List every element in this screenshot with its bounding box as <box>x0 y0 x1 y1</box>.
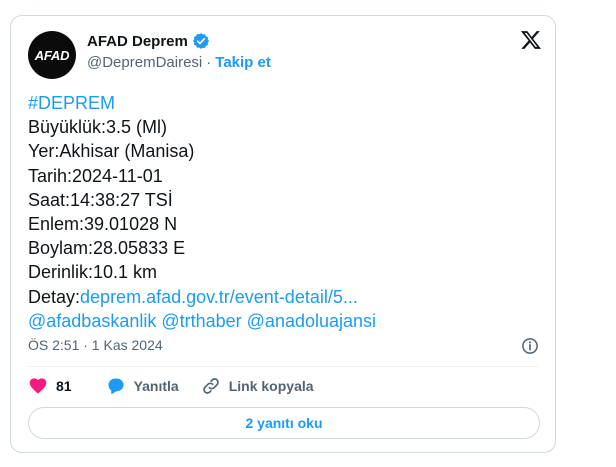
detail-link[interactable]: deprem.afad.gov.tr/event-detail/5... <box>80 287 358 307</box>
like-button[interactable]: 81 <box>28 376 72 396</box>
copy-link-label: Link kopyala <box>228 378 314 394</box>
tweet-line-depth: Derinlik:10.1 km <box>28 262 158 283</box>
avatar[interactable]: AFAD <box>28 31 76 79</box>
tweet-line-detail: Detay:deprem.afad.gov.tr/event-detail/5.… <box>28 285 376 309</box>
heart-icon <box>29 378 47 394</box>
tweet-line-location: Yer:Akhisar (Manisa) <box>28 141 195 162</box>
copy-link-button[interactable]: Link kopyala <box>201 376 314 396</box>
info-icon[interactable] <box>521 337 539 355</box>
verified-badge-icon <box>192 33 209 49</box>
author-handle-row: @DepremDairesi · Takip et <box>87 54 271 71</box>
tweet-line-latitude: Enlem:39.01028 N <box>28 214 178 235</box>
timestamp[interactable]: ÖS 2:51 · 1 Kas 2024 <box>28 337 163 353</box>
handle-separator: · <box>206 54 212 71</box>
mentions-links[interactable]: @afadbaskanlik @trthaber @anadoluajansi <box>28 309 376 333</box>
link-icon <box>202 378 219 394</box>
author-handle[interactable]: @DepremDairesi <box>87 54 202 71</box>
tweet-card: AFAD AFAD Deprem @DepremDairesi · Takip … <box>10 15 556 453</box>
avatar-logo-text: AFAD <box>34 47 70 63</box>
reply-bubble-icon <box>108 378 124 394</box>
author-display-name[interactable]: AFAD Deprem <box>87 33 188 50</box>
action-bar: 81 Yanıtla Link kopyala <box>28 376 336 396</box>
divider <box>28 366 538 367</box>
tweet-line-longitude: Boylam:28.05833 E <box>28 238 186 259</box>
author-name-row: AFAD Deprem <box>87 32 210 50</box>
read-replies-button[interactable]: 2 yanıtı oku <box>28 407 540 439</box>
hashtag-link[interactable]: #DEPREM <box>28 91 376 115</box>
tweet-line-time: Saat:14:38:27 TSİ <box>28 189 173 210</box>
tweet-text: #DEPREM Büyüklük:3.5 (Ml) Yer:Akhisar (M… <box>28 91 376 333</box>
tweet-line-date: Tarih:2024-11-01 <box>28 165 163 186</box>
reply-button[interactable]: Yanıtla <box>106 376 179 396</box>
x-logo-icon[interactable] <box>520 29 542 51</box>
detail-label: Detay: <box>28 286 81 307</box>
reply-label: Yanıtla <box>133 378 179 394</box>
follow-link[interactable]: Takip et <box>215 54 271 71</box>
like-count: 81 <box>56 378 72 394</box>
tweet-line-magnitude: Büyüklük:3.5 (Ml) <box>28 117 168 138</box>
